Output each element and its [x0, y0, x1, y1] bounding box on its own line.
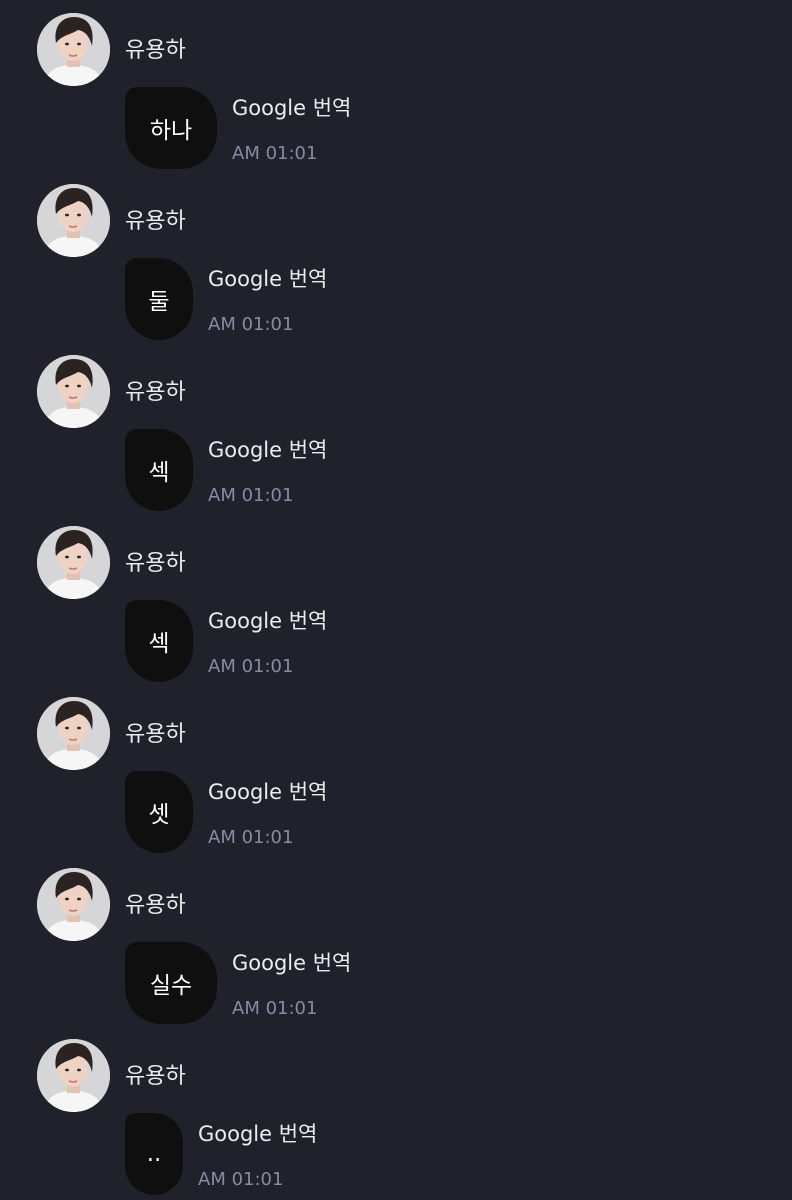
message-bubble[interactable]: 셋	[125, 771, 193, 853]
message-text: 둘	[148, 289, 170, 315]
google-translate-link[interactable]: Google 번역	[232, 93, 351, 123]
message-bubble[interactable]: 둘	[125, 258, 193, 340]
chat-message: 유용하 하나 Google 번역 AM 01:01	[0, 0, 792, 171]
message-timestamp: AM 01:01	[232, 143, 318, 164]
message-text: 하나	[149, 118, 193, 144]
message-timestamp: AM 01:01	[208, 656, 294, 677]
chat-message-list: 유용하 하나 Google 번역 AM 01:01 유용하 둘 Google 번…	[0, 0, 792, 1200]
sender-name: 유용하	[125, 893, 186, 918]
sender-name: 유용하	[125, 209, 186, 234]
profile-photo-icon[interactable]	[37, 355, 110, 428]
message-text: 실수	[149, 973, 193, 999]
sender-name: 유용하	[125, 1064, 186, 1089]
google-translate-link[interactable]: Google 번역	[208, 777, 327, 807]
profile-photo-icon[interactable]	[37, 526, 110, 599]
google-translate-link[interactable]: Google 번역	[198, 1119, 317, 1149]
profile-photo-icon[interactable]	[37, 697, 110, 770]
chat-message: 유용하 둘 Google 번역 AM 01:01	[0, 171, 792, 342]
chat-message: 유용하 셋 Google 번역 AM 01:01	[0, 684, 792, 855]
sender-name: 유용하	[125, 380, 186, 405]
sender-name: 유용하	[125, 551, 186, 576]
message-text: 섹	[148, 460, 170, 486]
google-translate-link[interactable]: Google 번역	[232, 948, 351, 978]
message-timestamp: AM 01:01	[198, 1169, 284, 1190]
sender-name: 유용하	[125, 722, 186, 747]
profile-photo-icon[interactable]	[37, 13, 110, 86]
chat-message: 유용하 섹 Google 번역 AM 01:01	[0, 513, 792, 684]
message-text: 셋	[148, 802, 170, 828]
google-translate-link[interactable]: Google 번역	[208, 606, 327, 636]
google-translate-link[interactable]: Google 번역	[208, 264, 327, 294]
chat-message: 유용하 .. Google 번역 AM 01:01	[0, 1026, 792, 1197]
chat-message: 유용하 섹 Google 번역 AM 01:01	[0, 342, 792, 513]
message-bubble[interactable]: 하나	[125, 87, 217, 169]
message-timestamp: AM 01:01	[208, 827, 294, 848]
message-bubble[interactable]: ..	[125, 1113, 183, 1195]
message-timestamp: AM 01:01	[232, 998, 318, 1019]
profile-photo-icon[interactable]	[37, 184, 110, 257]
message-timestamp: AM 01:01	[208, 314, 294, 335]
message-timestamp: AM 01:01	[208, 485, 294, 506]
sender-name: 유용하	[125, 38, 186, 63]
chat-message: 유용하 실수 Google 번역 AM 01:01	[0, 855, 792, 1026]
message-bubble[interactable]: 섹	[125, 429, 193, 511]
message-text: 섹	[148, 631, 170, 657]
message-bubble[interactable]: 실수	[125, 942, 217, 1024]
profile-photo-icon[interactable]	[37, 1039, 110, 1112]
google-translate-link[interactable]: Google 번역	[208, 435, 327, 465]
message-bubble[interactable]: 섹	[125, 600, 193, 682]
message-text: ..	[146, 1141, 162, 1167]
profile-photo-icon[interactable]	[37, 868, 110, 941]
